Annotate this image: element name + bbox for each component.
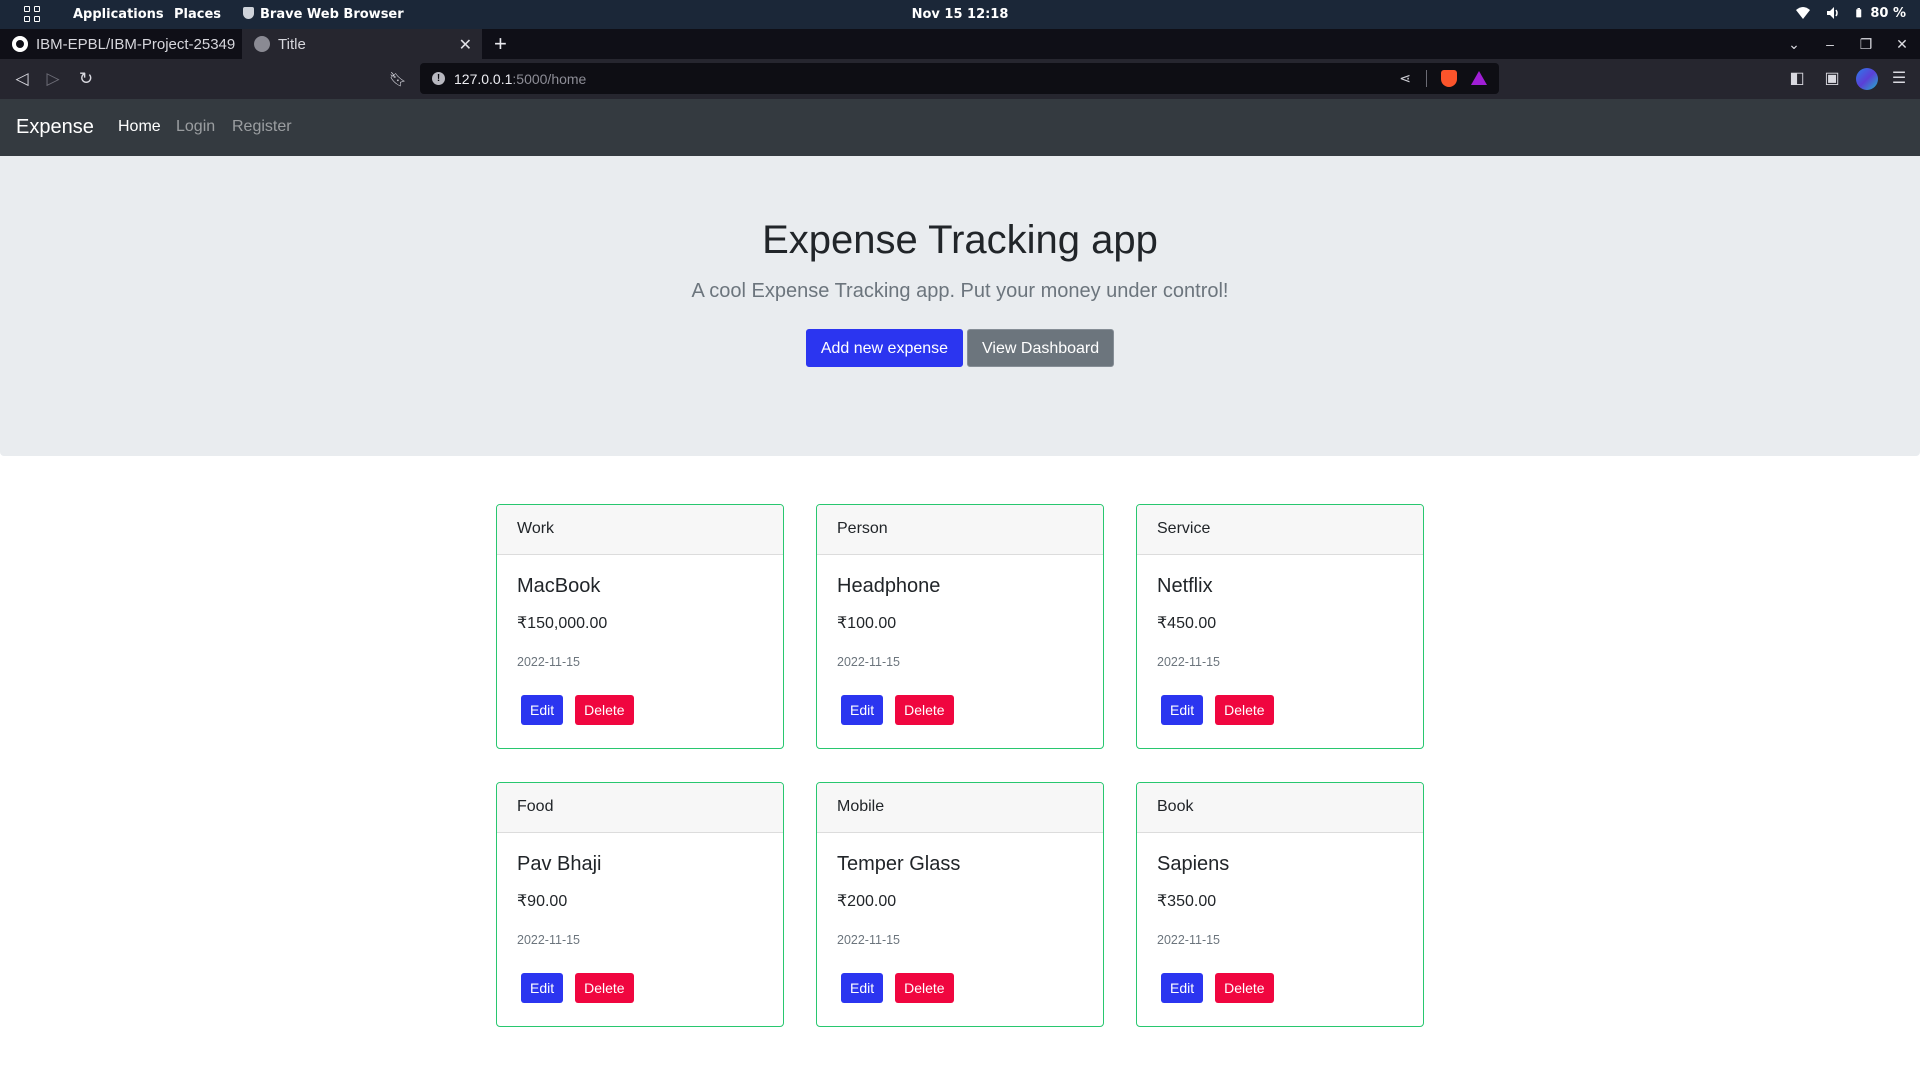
- divider: [1426, 70, 1427, 87]
- tab-label: IBM-EPBL/IBM-Project-25349: [36, 35, 236, 53]
- app-grid-icon[interactable]: [24, 6, 42, 23]
- site-info-icon[interactable]: !: [432, 72, 445, 85]
- edit-button[interactable]: Edit: [1161, 973, 1204, 1003]
- card-amount: ₹90.00: [517, 893, 568, 910]
- battery-percent: 80 %: [1870, 5, 1906, 21]
- url-text[interactable]: 127.0.0.1:5000/home: [454, 71, 586, 87]
- expense-card: Mobile Temper Glass ₹200.00 2022-11-15 E…: [816, 782, 1104, 1027]
- tab-list-chevron-icon[interactable]: ⌄: [1776, 36, 1812, 53]
- minimize-icon[interactable]: –: [1812, 36, 1848, 52]
- delete-button[interactable]: Delete: [895, 973, 954, 1003]
- menu-icon[interactable]: ☰: [1887, 67, 1911, 91]
- hero-jumbotron: Expense Tracking app A cool Expense Trac…: [0, 156, 1920, 456]
- card-title: MacBook: [517, 575, 601, 597]
- card-category: Book: [1137, 783, 1423, 833]
- delete-button[interactable]: Delete: [575, 695, 634, 725]
- expense-card: Work MacBook ₹150,000.00 2022-11-15 Edit…: [496, 504, 784, 749]
- card-title: Netflix: [1157, 575, 1213, 597]
- delete-button[interactable]: Delete: [1215, 973, 1274, 1003]
- active-app-menu[interactable]: Brave Web Browser: [243, 7, 404, 22]
- new-tab-icon[interactable]: +: [494, 31, 507, 57]
- tab-github[interactable]: IBM-EPBL/IBM-Project-25349: [0, 29, 242, 59]
- github-icon: [12, 36, 28, 52]
- vpn-icon[interactable]: [1855, 67, 1879, 91]
- card-category: Person: [817, 505, 1103, 555]
- add-expense-button[interactable]: Add new expense: [805, 329, 964, 367]
- nav-register[interactable]: Register: [232, 118, 292, 136]
- expense-card: Service Netflix ₹450.00 2022-11-15 Edit …: [1136, 504, 1424, 749]
- clock[interactable]: Nov 15 12:18: [912, 7, 1009, 22]
- expense-card: Person Headphone ₹100.00 2022-11-15 Edit…: [816, 504, 1104, 749]
- card-date: 2022-11-15: [517, 655, 581, 669]
- card-category: Food: [497, 783, 783, 833]
- url-host: 127.0.0.1: [454, 71, 513, 87]
- battery-indicator[interactable]: 80 %: [1855, 5, 1906, 21]
- nav-home[interactable]: Home: [118, 118, 161, 136]
- page-title: Expense Tracking app: [762, 218, 1158, 262]
- card-title: Temper Glass: [837, 853, 961, 875]
- battery-icon: [1856, 8, 1862, 18]
- browser-toolbar: ◁ ▷ ↻ 🔖︎ ! 127.0.0.1:5000/home ⋖ ◧ ▣ ☰: [0, 59, 1920, 99]
- url-path: :5000/home: [512, 71, 587, 87]
- wifi-icon[interactable]: [1795, 5, 1811, 21]
- edit-button[interactable]: Edit: [1161, 695, 1204, 725]
- card-date: 2022-11-15: [1157, 655, 1221, 669]
- card-date: 2022-11-15: [1157, 933, 1221, 947]
- page-subtitle: A cool Expense Tracking app. Put your mo…: [691, 280, 1229, 302]
- edit-button[interactable]: Edit: [521, 695, 564, 725]
- vpn-globe-icon: [1856, 68, 1878, 90]
- nav-login[interactable]: Login: [176, 118, 215, 136]
- card-title: Headphone: [837, 575, 941, 597]
- back-icon[interactable]: ◁: [10, 67, 34, 91]
- card-date: 2022-11-15: [837, 655, 901, 669]
- delete-button[interactable]: Delete: [895, 695, 954, 725]
- address-bar[interactable]: ! 127.0.0.1:5000/home ⋖: [420, 63, 1499, 94]
- view-dashboard-button[interactable]: View Dashboard: [967, 329, 1115, 367]
- card-title: Sapiens: [1157, 853, 1230, 875]
- card-category: Service: [1137, 505, 1423, 555]
- edit-button[interactable]: Edit: [521, 973, 564, 1003]
- brave-lion-icon: [243, 7, 254, 19]
- card-date: 2022-11-15: [837, 933, 901, 947]
- brave-rewards-icon[interactable]: [1471, 71, 1487, 85]
- app-navbar: Expense Home Login Register: [0, 99, 1920, 156]
- edit-button[interactable]: Edit: [841, 973, 884, 1003]
- active-app-label: Brave Web Browser: [260, 7, 404, 22]
- card-amount: ₹150,000.00: [517, 615, 608, 632]
- share-icon[interactable]: ⋖: [1399, 70, 1411, 87]
- card-amount: ₹100.00: [837, 615, 897, 632]
- forward-icon[interactable]: ▷: [41, 67, 65, 91]
- reload-icon[interactable]: ↻: [74, 67, 98, 91]
- tab-label: Title: [278, 35, 306, 53]
- window-controls: ⌄ – ❐ ✕: [1776, 29, 1920, 59]
- card-title: Pav Bhaji: [517, 853, 602, 875]
- brave-shields-icon[interactable]: [1441, 70, 1457, 87]
- globe-icon: [254, 36, 270, 52]
- applications-menu[interactable]: Applications: [73, 7, 164, 22]
- expense-card: Book Sapiens ₹350.00 2022-11-15 Edit Del…: [1136, 782, 1424, 1027]
- card-amount: ₹450.00: [1157, 615, 1217, 632]
- delete-button[interactable]: Delete: [1215, 695, 1274, 725]
- wallet-icon[interactable]: ▣: [1820, 67, 1844, 91]
- bookmark-icon[interactable]: 🔖︎: [386, 67, 410, 91]
- system-top-bar: Applications Places Brave Web Browser No…: [0, 0, 1920, 29]
- card-amount: ₹350.00: [1157, 893, 1217, 910]
- edit-button[interactable]: Edit: [841, 695, 884, 725]
- card-category: Mobile: [817, 783, 1103, 833]
- close-tab-icon[interactable]: ✕: [459, 35, 472, 55]
- card-category: Work: [497, 505, 783, 555]
- brand-logo[interactable]: Expense: [16, 116, 94, 139]
- delete-button[interactable]: Delete: [575, 973, 634, 1003]
- places-menu[interactable]: Places: [174, 7, 221, 22]
- volume-icon[interactable]: [1825, 5, 1841, 21]
- close-window-icon[interactable]: ✕: [1884, 36, 1920, 53]
- sidebar-icon[interactable]: ◧: [1785, 67, 1809, 91]
- expense-card: Food Pav Bhaji ₹90.00 2022-11-15 Edit De…: [496, 782, 784, 1027]
- card-date: 2022-11-15: [517, 933, 581, 947]
- tab-title[interactable]: Title ✕: [242, 29, 482, 59]
- browser-tab-strip: IBM-EPBL/IBM-Project-25349 Title ✕: [0, 29, 1920, 59]
- card-amount: ₹200.00: [837, 893, 897, 910]
- restore-icon[interactable]: ❐: [1848, 36, 1884, 53]
